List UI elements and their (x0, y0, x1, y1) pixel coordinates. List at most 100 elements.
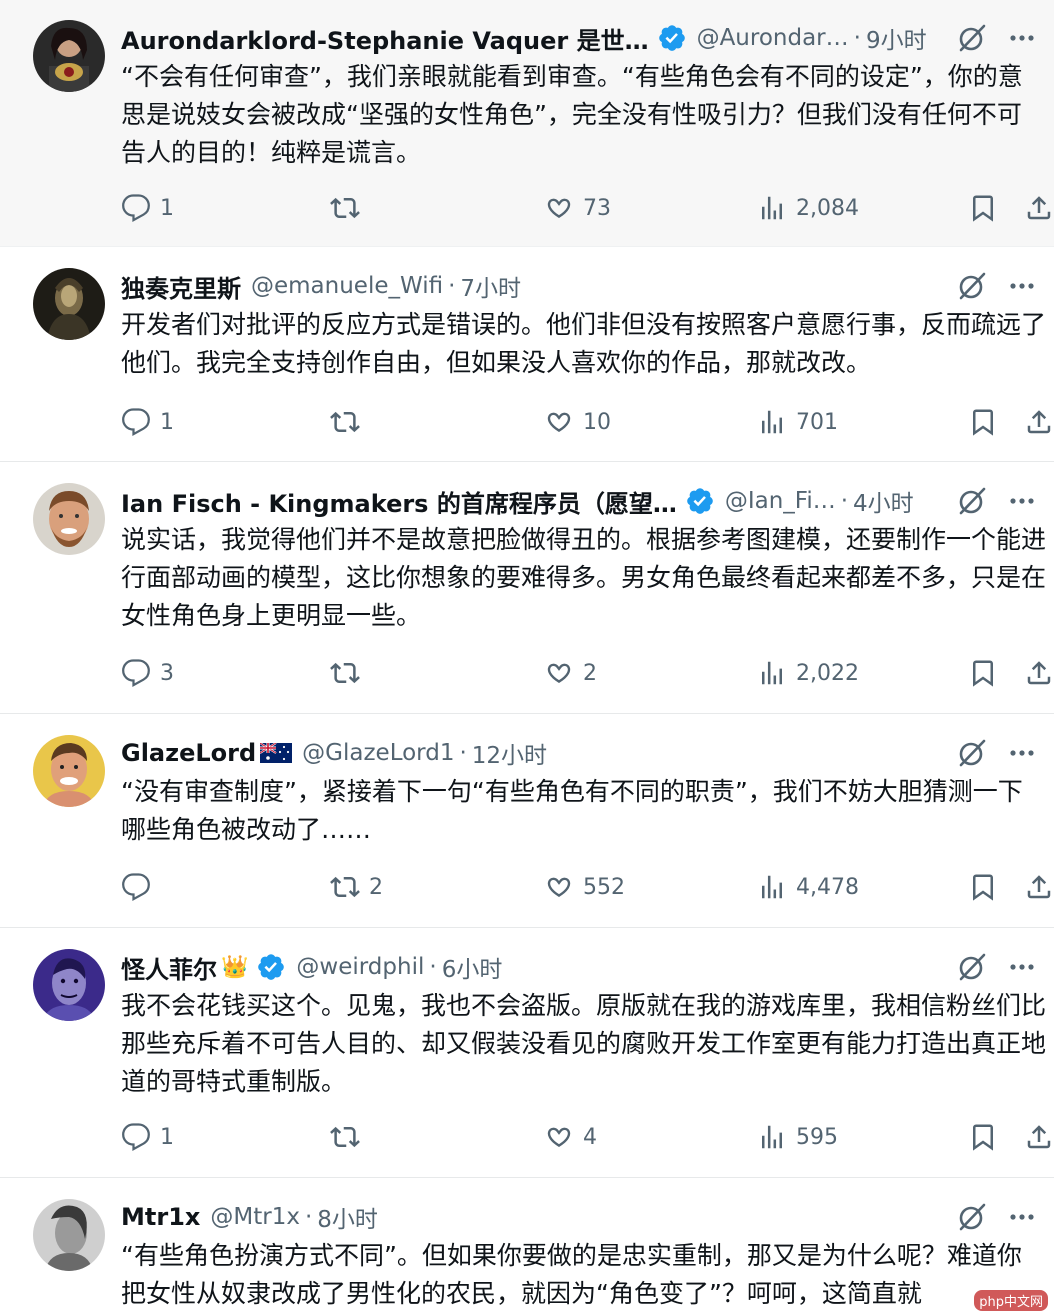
avatar[interactable] (33, 20, 105, 92)
views-button[interactable]: 2,084 (757, 188, 859, 228)
like-button[interactable]: 73 (544, 188, 611, 228)
avatar[interactable] (33, 268, 105, 340)
views-button[interactable]: 701 (757, 402, 838, 442)
tweet-header: Aurondarklord-Stephanie Vaquer 是世… @Auro… (121, 20, 1038, 56)
tweet[interactable]: Aurondarklord-Stephanie Vaquer 是世… @Auro… (0, 0, 1054, 247)
tweet-header: 怪人菲尔 👑 @weirdphil · 6小时 (121, 949, 1038, 985)
grok-icon[interactable] (956, 22, 988, 54)
grok-icon[interactable] (956, 1201, 988, 1233)
separator-dot: · (853, 25, 861, 51)
views-button[interactable]: 2,022 (757, 653, 859, 693)
avatar[interactable] (33, 949, 105, 1021)
bookmark-button[interactable] (968, 188, 998, 228)
reply-icon (122, 873, 150, 902)
like-button[interactable]: 10 (544, 402, 611, 442)
like-button[interactable]: 2 (544, 653, 597, 693)
action-bar: 3 2 2,022 (121, 653, 1054, 693)
heart-icon (547, 412, 571, 432)
handle[interactable]: @Aurondar… (697, 25, 849, 51)
more-options-icon[interactable] (1006, 485, 1038, 517)
separator-dot: · (840, 488, 849, 514)
reply-count: 1 (160, 195, 174, 221)
timestamp[interactable]: 12小时 (472, 736, 547, 770)
more-options-icon[interactable] (1006, 270, 1038, 302)
tweet-header: GlazeLord @GlazeLord1 · 12小时 (121, 735, 1038, 771)
reply-button[interactable]: 3 (121, 653, 174, 693)
repost-icon (330, 1126, 360, 1148)
reply-button[interactable]: 1 (121, 402, 174, 442)
handle[interactable]: @weirdphil (296, 954, 424, 980)
grok-icon[interactable] (956, 951, 988, 983)
share-icon (1027, 875, 1051, 899)
like-button[interactable]: 552 (544, 867, 625, 907)
share-button[interactable] (1024, 1117, 1054, 1157)
grok-icon[interactable] (956, 270, 988, 302)
tweet-header: Mtr1x @Mtr1x · 8小时 (121, 1199, 1038, 1235)
timestamp[interactable]: 7小时 (460, 269, 521, 303)
tweet[interactable]: Mtr1x @Mtr1x · 8小时 “有些角色扮演方式不同”。但如果你要做的是… (0, 1179, 1054, 1315)
timestamp[interactable]: 9小时 (866, 21, 927, 55)
avatar[interactable] (33, 735, 105, 807)
avatar[interactable] (33, 483, 105, 555)
tweet-text: “有些角色扮演方式不同”。但如果你要做的是忠实重制，那又是为什么呢？难道你把女性… (121, 1241, 1022, 1308)
share-button[interactable] (1024, 188, 1054, 228)
repost-icon (330, 662, 360, 684)
views-button[interactable]: 4,478 (757, 867, 859, 907)
timestamp[interactable]: 8小时 (317, 1200, 378, 1234)
reply-icon (122, 1123, 150, 1152)
action-bar: 1 73 2,084 (121, 188, 1054, 228)
heart-icon (547, 877, 571, 897)
views-button[interactable]: 595 (757, 1117, 838, 1157)
tweet-text: “没有审查制度”，紧接着下一句“有些角色有不同的职责”，我们不妨大胆猜测一下哪些… (121, 777, 1023, 844)
reply-button[interactable]: 1 (121, 188, 174, 228)
tweet[interactable]: 独奏克里斯 @emanuele_Wifi · 7小时 开发者们对批评的反应方式是… (0, 248, 1054, 462)
reply-count: 1 (160, 1124, 174, 1150)
reply-icon (122, 194, 150, 223)
reply-button[interactable] (121, 867, 160, 907)
bookmark-button[interactable] (968, 867, 998, 907)
timestamp[interactable]: 4小时 (853, 484, 914, 518)
reply-button[interactable]: 1 (121, 1117, 174, 1157)
grok-icon[interactable] (956, 737, 988, 769)
display-name[interactable]: Ian Fisch - Kingmakers 的首席程序员（愿望… (121, 484, 677, 519)
display-name[interactable]: 独奏克里斯 (121, 269, 241, 304)
more-options-icon[interactable] (1006, 22, 1038, 54)
repost-button[interactable] (330, 402, 369, 442)
bookmark-button[interactable] (968, 402, 998, 442)
bookmark-button[interactable] (968, 1117, 998, 1157)
repost-button[interactable]: 2 (330, 867, 383, 907)
display-name[interactable]: Mtr1x (121, 1203, 200, 1231)
more-options-icon[interactable] (1006, 951, 1038, 983)
handle[interactable]: @GlazeLord1 (302, 740, 454, 766)
tweet[interactable]: 怪人菲尔 👑 @weirdphil · 6小时 我不会花钱买这个。见鬼，我也不会… (0, 929, 1054, 1178)
tweet[interactable]: GlazeLord @GlazeLord1 · 12小时 “没有审查制度”，紧接… (0, 715, 1054, 928)
timestamp[interactable]: 6小时 (442, 950, 503, 984)
handle[interactable]: @Ian_Fi… (725, 488, 836, 514)
repost-button[interactable] (330, 653, 369, 693)
action-bar: 2 552 4,478 (121, 867, 1054, 907)
avatar[interactable] (33, 1199, 105, 1271)
grok-icon[interactable] (956, 485, 988, 517)
repost-icon (330, 876, 360, 898)
more-options-icon[interactable] (1006, 1201, 1038, 1233)
share-button[interactable] (1024, 867, 1054, 907)
share-button[interactable] (1024, 402, 1054, 442)
display-name[interactable]: 怪人菲尔 (121, 950, 217, 985)
repost-button[interactable] (330, 188, 369, 228)
bookmark-button[interactable] (968, 653, 998, 693)
handle[interactable]: @emanuele_Wifi (251, 273, 443, 299)
tweet[interactable]: Ian Fisch - Kingmakers 的首席程序员（愿望… @Ian_F… (0, 463, 1054, 714)
display-name[interactable]: GlazeLord (121, 739, 256, 767)
view-count: 595 (796, 1124, 838, 1150)
repost-icon (330, 197, 360, 219)
separator-dot: · (448, 273, 456, 299)
view-count: 2,084 (796, 195, 859, 221)
bookmark-icon (973, 1124, 993, 1151)
handle[interactable]: @Mtr1x (210, 1204, 300, 1230)
reply-icon (122, 408, 150, 437)
like-button[interactable]: 4 (544, 1117, 597, 1157)
more-options-icon[interactable] (1006, 737, 1038, 769)
share-button[interactable] (1024, 653, 1054, 693)
repost-button[interactable] (330, 1117, 369, 1157)
display-name[interactable]: Aurondarklord-Stephanie Vaquer 是世… (121, 21, 649, 56)
